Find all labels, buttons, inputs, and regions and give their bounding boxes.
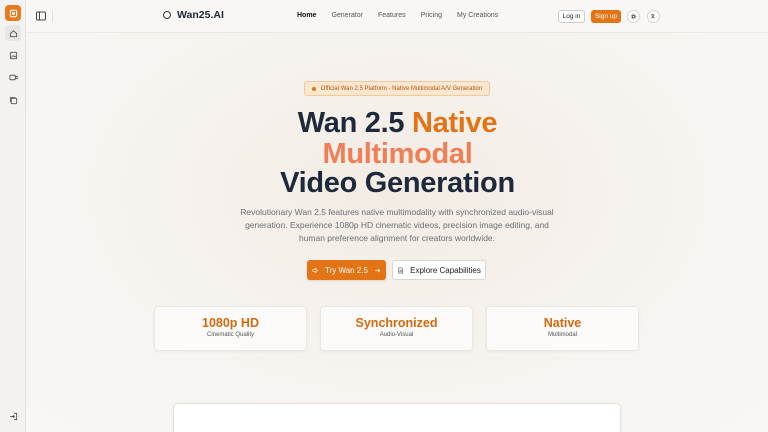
hero-description: Revolutionary Wan 2.5 features native mu… [240, 207, 554, 243]
brand-logo-icon [163, 11, 171, 19]
hero-title-line3: Video Generation [280, 167, 515, 199]
hero-title-line1: Wan 2.5 Native [27, 108, 768, 139]
sound-icon [312, 267, 318, 273]
left-rail [0, 0, 26, 432]
app-logo-icon[interactable] [5, 5, 21, 21]
preview-card [173, 403, 621, 432]
explore-capabilities-label: Explore Capabilities [410, 265, 481, 275]
sidebar-toggle-icon[interactable] [35, 10, 47, 22]
arrow-right-icon [375, 268, 381, 272]
app-root: Wan25.AI Home Generator Features Pricing… [0, 0, 768, 432]
video-icon[interactable] [5, 69, 21, 85]
gallery-icon[interactable] [5, 92, 21, 108]
stat-value: Synchronized [355, 316, 438, 330]
stat-label: Audio-Visual [379, 332, 414, 338]
stat-card-sync: Synchronized Audio-Visual [320, 306, 473, 351]
home-icon[interactable] [5, 25, 21, 41]
login-button[interactable]: Log in [558, 10, 585, 23]
stat-card-native: Native Multimodal [486, 306, 639, 351]
main-nav: Home Generator Features Pricing My Creat… [297, 12, 498, 19]
badge-text: Official Wan 2.5 Platform - Native Multi… [320, 85, 483, 92]
hero-title-line2: Multimodal [322, 138, 473, 170]
nav-pricing[interactable]: Pricing [421, 12, 442, 19]
nav-my-creations[interactable]: My Creations [457, 12, 498, 19]
language-icon[interactable] [647, 10, 660, 23]
hero-section: Official Wan 2.5 Platform - Native Multi… [27, 34, 768, 432]
stat-label: Cinematic Quality [206, 332, 254, 338]
try-wan-button[interactable]: Try Wan 2.5 [307, 260, 386, 280]
image-icon[interactable] [5, 47, 21, 63]
settings-icon[interactable] [627, 10, 640, 23]
stat-value: 1080p HD [202, 316, 259, 330]
try-wan-label: Try Wan 2.5 [325, 265, 368, 275]
brand-name: Wan25.AI [177, 9, 224, 21]
nav-features[interactable]: Features [378, 12, 406, 19]
nav-home[interactable]: Home [297, 12, 316, 19]
badge-dot-icon [311, 86, 316, 91]
nav-generator[interactable]: Generator [331, 12, 363, 19]
title-part1-accent: Native [411, 107, 498, 139]
stat-card-resolution: 1080p HD Cinematic Quality [154, 306, 307, 351]
title-part1: Wan 2.5 [297, 107, 412, 139]
signup-button[interactable]: Sign up [591, 10, 621, 23]
stat-label: Multimodal [547, 332, 577, 338]
explore-capabilities-button[interactable]: Explore Capabilities [392, 260, 486, 280]
stat-value: Native [543, 316, 582, 330]
login-icon[interactable] [5, 408, 21, 424]
top-header: Wan25.AI Home Generator Features Pricing… [27, 0, 768, 33]
platform-badge: Official Wan 2.5 Platform - Native Multi… [304, 81, 490, 96]
brand[interactable]: Wan25.AI [163, 9, 224, 21]
header-divider [52, 11, 53, 22]
document-icon [398, 267, 404, 273]
